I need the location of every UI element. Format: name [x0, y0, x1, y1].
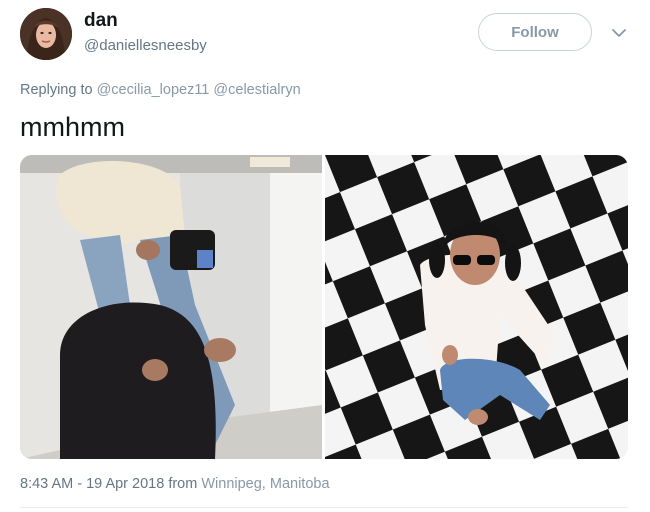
location-link[interactable]: Winnipeg, Manitoba	[201, 476, 329, 492]
tweet-photo-right[interactable]	[325, 155, 628, 459]
from-label: from	[168, 476, 198, 492]
user-handle[interactable]: @daniellesneesby	[84, 37, 207, 54]
reply-prefix: Replying to	[20, 82, 93, 98]
reply-context: Replying to @cecilia_lopez11 @celestialr…	[20, 82, 301, 98]
tweet-text: mmhmm	[20, 112, 125, 142]
divider	[20, 507, 628, 508]
avatar[interactable]	[20, 8, 72, 60]
mention-link[interactable]: @celestialryn	[213, 82, 300, 98]
mention-link[interactable]: @cecilia_lopez11	[97, 82, 210, 98]
follow-button[interactable]: Follow	[478, 13, 592, 51]
display-name[interactable]: dan	[84, 10, 118, 32]
chevron-down-icon[interactable]	[610, 24, 628, 42]
tweet-meta: 8:43 AM - 19 Apr 2018 from Winnipeg, Man…	[20, 476, 330, 492]
timestamp[interactable]: 8:43 AM - 19 Apr 2018	[20, 476, 164, 492]
tweet-photo-left[interactable]	[20, 155, 322, 459]
